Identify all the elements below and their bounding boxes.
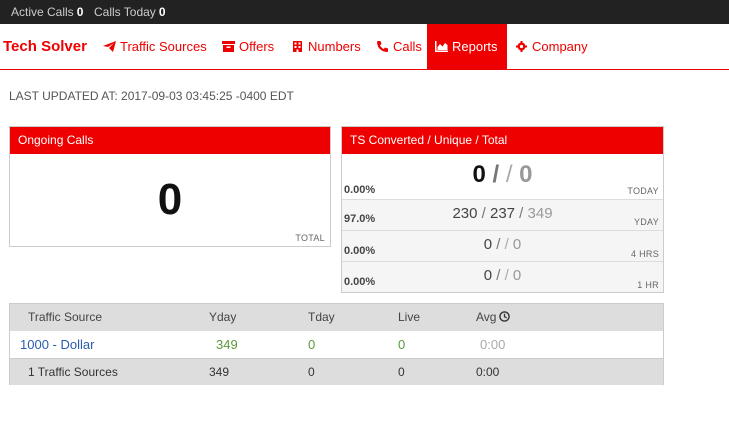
ts-values: 0 / / 0 — [472, 161, 533, 188]
footer-live: 0 — [398, 365, 405, 379]
brand-logo[interactable]: Tech Solver — [3, 24, 87, 70]
ts-row-yday: 97.0% 230 / 237 / 349 YDAY — [342, 199, 663, 230]
ts-values: 0 / / 0 — [483, 236, 522, 253]
ts-values: 0 / / 0 — [483, 267, 522, 284]
ts-period-label: TODAY — [627, 186, 659, 196]
area-chart-icon — [435, 41, 448, 52]
ts-converted-value: 0 — [483, 267, 493, 284]
ongoing-calls-title: Ongoing Calls — [10, 127, 330, 154]
nav-company[interactable]: Company — [515, 24, 588, 70]
col-tday[interactable]: Tday — [308, 304, 335, 331]
nav-traffic-sources[interactable]: Traffic Sources — [103, 24, 207, 70]
nav-numbers[interactable]: Numbers — [291, 24, 361, 70]
archive-icon — [222, 41, 235, 52]
ts-row-today: 0.00% 0 / / 0 TODAY — [342, 154, 663, 199]
col-yday[interactable]: Yday — [209, 304, 236, 331]
footer-tday: 0 — [308, 365, 315, 379]
main-nav: Tech Solver Traffic Sources Offers Numbe… — [0, 24, 729, 70]
nav-calls[interactable]: Calls — [376, 24, 422, 70]
nav-reports-label: Reports — [452, 39, 498, 54]
col-live[interactable]: Live — [398, 304, 420, 331]
ts-converted-title: TS Converted / Unique / Total — [342, 127, 663, 154]
active-calls-label: Active Calls — [11, 5, 74, 19]
ts-converted-panel: TS Converted / Unique / Total 0.00% 0 / … — [341, 126, 664, 293]
clock-icon — [499, 305, 511, 322]
phone-icon — [376, 41, 389, 52]
table-row: 1000 - Dollar 349 0 0 0:00 — [10, 331, 663, 358]
nav-numbers-label: Numbers — [308, 39, 361, 54]
nav-offers[interactable]: Offers — [222, 24, 274, 70]
traffic-source-table: Traffic Source Yday Tday Live Avg 1000 -… — [9, 303, 664, 385]
nav-reports[interactable]: Reports — [427, 24, 507, 70]
paper-plane-icon — [103, 41, 116, 52]
last-updated-text: LAST UPDATED AT: 2017-09-03 03:45:25 -04… — [9, 89, 294, 103]
col-avg[interactable]: Avg — [476, 304, 511, 331]
cell-live: 0 — [398, 337, 406, 352]
cell-avg: 0:00 — [480, 337, 506, 352]
nav-calls-label: Calls — [393, 39, 422, 54]
ts-converted-value: 0 — [483, 236, 493, 253]
ts-values: 230 / 237 / 349 — [452, 205, 553, 222]
ts-period-label: YDAY — [633, 217, 659, 227]
ts-row-4hrs: 0.00% 0 / / 0 4 HRS — [342, 230, 663, 261]
gear-icon — [515, 41, 528, 52]
calls-today-label: Calls Today — [94, 5, 156, 19]
ts-converted-value: 230 — [452, 205, 478, 222]
ongoing-calls-panel: Ongoing Calls 0 TOTAL — [9, 126, 331, 247]
ongoing-calls-footer: TOTAL — [295, 233, 325, 243]
ts-total-value: 0 — [519, 161, 533, 188]
nav-offers-label: Offers — [239, 39, 275, 54]
calls-today-value: 0 — [158, 5, 166, 19]
ts-period-label: 1 HR — [637, 280, 659, 290]
col-traffic-source[interactable]: Traffic Source — [28, 304, 102, 331]
footer-yday: 349 — [209, 365, 230, 379]
nav-company-label: Company — [532, 39, 588, 54]
nav-traffic-sources-label: Traffic Sources — [120, 39, 207, 54]
active-calls-value: 0 — [76, 5, 84, 19]
footer-avg: 0:00 — [476, 365, 500, 379]
ts-unique-value: 237 — [489, 205, 516, 222]
col-avg-label: Avg — [476, 310, 497, 324]
table-footer: 1 Traffic Sources 349 0 0 0:00 — [10, 358, 663, 385]
ts-period-label: 4 HRS — [630, 249, 659, 259]
active-calls-stat: Active Calls 0 — [11, 0, 83, 24]
cell-tday: 0 — [308, 337, 316, 352]
ts-total-value: 0 — [512, 267, 522, 284]
building-icon — [291, 41, 304, 52]
ts-converted-value: 0 — [472, 161, 486, 188]
footer-source-count: 1 Traffic Sources — [28, 365, 118, 379]
ts-total-value: 349 — [527, 205, 553, 222]
table-header: Traffic Source Yday Tday Live Avg — [10, 304, 663, 331]
traffic-source-link[interactable]: 1000 - Dollar — [20, 331, 94, 358]
ts-total-value: 0 — [512, 236, 522, 253]
cell-yday: 349 — [216, 337, 238, 352]
status-bar: Active Calls 0 Calls Today 0 — [0, 0, 729, 24]
ongoing-calls-value: 0 — [157, 175, 183, 224]
ts-row-1hr: 0.00% 0 / / 0 1 HR — [342, 261, 663, 292]
calls-today-stat: Calls Today 0 — [94, 0, 166, 24]
